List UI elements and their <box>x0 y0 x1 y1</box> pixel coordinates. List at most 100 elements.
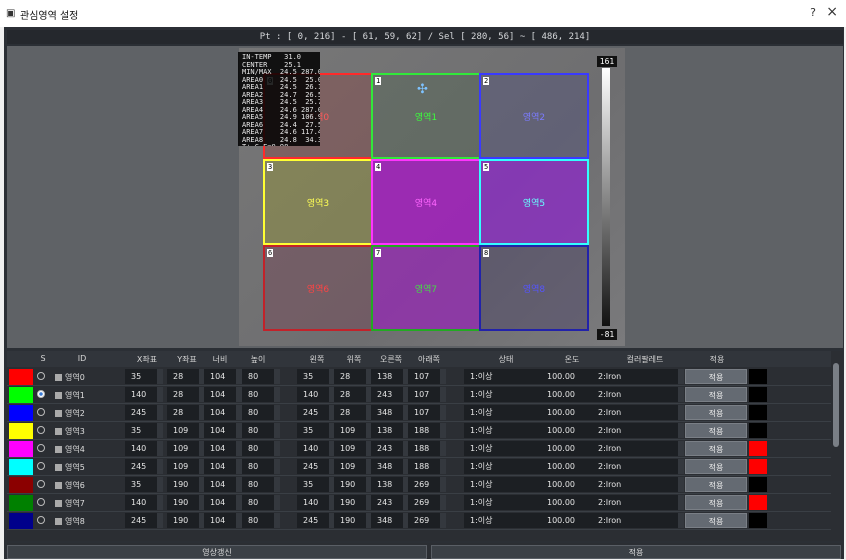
palette-field[interactable]: 2:Iron <box>592 441 684 456</box>
roi-region[interactable]: 2 영역2 <box>479 73 589 159</box>
h-field[interactable]: 80 <box>242 423 280 438</box>
checkbox-icon[interactable] <box>55 410 62 417</box>
palette-field[interactable]: 2:Iron <box>592 495 684 510</box>
crosshair-icon[interactable]: ✣ <box>417 82 428 97</box>
bottom-field[interactable]: 107 <box>408 369 446 384</box>
region-id[interactable]: 영역4 <box>55 444 85 455</box>
row-apply-button[interactable]: 적용 <box>685 441 747 456</box>
temp-field[interactable]: 100.00 <box>541 405 599 420</box>
table-scrollbar[interactable] <box>831 351 841 541</box>
table-row[interactable]: 영역5 245 109 104 80 245 109 348 188 1:이상 100.00 2:Ir… <box>7 458 837 476</box>
temp-field[interactable]: 100.00 <box>541 423 599 438</box>
h-field[interactable]: 80 <box>242 513 280 528</box>
palette-field[interactable]: 2:Iron <box>592 513 684 528</box>
bottom-field[interactable]: 269 <box>408 477 446 492</box>
color-swatch[interactable] <box>9 495 33 511</box>
color-swatch[interactable] <box>9 441 33 457</box>
x-field[interactable]: 35 <box>125 477 163 492</box>
help-button[interactable]: ? <box>810 6 816 19</box>
bottom-field[interactable]: 107 <box>408 387 446 402</box>
w-field[interactable]: 104 <box>204 495 242 510</box>
x-field[interactable]: 245 <box>125 513 163 528</box>
state-field[interactable]: 1:이상 <box>464 495 548 510</box>
left-field[interactable]: 35 <box>297 369 335 384</box>
h-field[interactable]: 80 <box>242 405 280 420</box>
close-button[interactable]: × <box>826 4 838 20</box>
y-field[interactable]: 28 <box>167 405 205 420</box>
table-row[interactable]: 영역2 245 28 104 80 245 28 348 107 1:이상 100.00 2:Iron… <box>7 404 837 422</box>
state-field[interactable]: 1:이상 <box>464 387 548 402</box>
left-field[interactable]: 245 <box>297 405 335 420</box>
palette-field[interactable]: 2:Iron <box>592 405 684 420</box>
temp-field[interactable]: 100.00 <box>541 387 599 402</box>
w-field[interactable]: 104 <box>204 441 242 456</box>
color-swatch[interactable] <box>9 369 33 385</box>
roi-region[interactable]: 7 영역7 <box>371 245 481 331</box>
temp-field[interactable]: 100.00 <box>541 369 599 384</box>
color-swatch[interactable] <box>9 405 33 421</box>
top-field[interactable]: 190 <box>334 513 372 528</box>
checkbox-icon[interactable] <box>55 374 62 381</box>
right-field[interactable]: 138 <box>371 477 409 492</box>
palette-field[interactable]: 2:Iron <box>592 459 684 474</box>
h-field[interactable]: 80 <box>242 495 280 510</box>
checkbox-icon[interactable] <box>55 428 62 435</box>
color-swatch[interactable] <box>9 477 33 493</box>
roi-region[interactable]: 8 영역8 <box>479 245 589 331</box>
x-field[interactable]: 35 <box>125 423 163 438</box>
x-field[interactable]: 245 <box>125 459 163 474</box>
top-field[interactable]: 109 <box>334 441 372 456</box>
h-field[interactable]: 80 <box>242 477 280 492</box>
roi-region[interactable]: 5 영역5 <box>479 159 589 245</box>
select-radio[interactable] <box>37 516 45 524</box>
row-apply-button[interactable]: 적용 <box>685 477 747 492</box>
top-field[interactable]: 28 <box>334 369 372 384</box>
roi-region[interactable]: 3 영역3 <box>263 159 373 245</box>
left-field[interactable]: 140 <box>297 387 335 402</box>
checkbox-icon[interactable] <box>55 500 62 507</box>
temp-field[interactable]: 100.00 <box>541 495 599 510</box>
right-field[interactable]: 138 <box>371 369 409 384</box>
y-field[interactable]: 190 <box>167 477 205 492</box>
h-field[interactable]: 80 <box>242 369 280 384</box>
state-field[interactable]: 1:이상 <box>464 405 548 420</box>
bottom-field[interactable]: 107 <box>408 405 446 420</box>
top-field[interactable]: 28 <box>334 387 372 402</box>
checkbox-icon[interactable] <box>55 518 62 525</box>
x-field[interactable]: 140 <box>125 495 163 510</box>
w-field[interactable]: 104 <box>204 369 242 384</box>
row-apply-button[interactable]: 적용 <box>685 459 747 474</box>
select-radio[interactable] <box>37 480 45 488</box>
table-row[interactable]: 영역0 35 28 104 80 35 28 138 107 1:이상 100.00 2:Iron 적용 <box>7 368 837 386</box>
left-field[interactable]: 245 <box>297 459 335 474</box>
bottom-field[interactable]: 269 <box>408 513 446 528</box>
right-field[interactable]: 138 <box>371 423 409 438</box>
y-field[interactable]: 28 <box>167 387 205 402</box>
row-apply-button[interactable]: 적용 <box>685 387 747 402</box>
x-field[interactable]: 140 <box>125 387 163 402</box>
state-field[interactable]: 1:이상 <box>464 423 548 438</box>
apply-all-button[interactable]: 적용 <box>431 545 841 559</box>
table-row[interactable]: 영역4 140 109 104 80 140 109 243 188 1:이상 100.00 2:Ir… <box>7 440 837 458</box>
region-id[interactable]: 영역1 <box>55 390 85 401</box>
x-field[interactable]: 140 <box>125 441 163 456</box>
top-field[interactable]: 109 <box>334 423 372 438</box>
right-field[interactable]: 243 <box>371 495 409 510</box>
w-field[interactable]: 104 <box>204 477 242 492</box>
select-radio[interactable] <box>37 426 45 434</box>
bottom-field[interactable]: 188 <box>408 441 446 456</box>
checkbox-icon[interactable] <box>55 446 62 453</box>
region-id[interactable]: 영역7 <box>55 498 85 509</box>
state-field[interactable]: 1:이상 <box>464 459 548 474</box>
right-field[interactable]: 243 <box>371 387 409 402</box>
left-field[interactable]: 140 <box>297 495 335 510</box>
table-row[interactable]: 영역8 245 190 104 80 245 190 348 269 1:이상 100.00 2:Ir… <box>7 512 837 530</box>
color-swatch[interactable] <box>9 513 33 529</box>
y-field[interactable]: 109 <box>167 441 205 456</box>
temp-field[interactable]: 100.00 <box>541 441 599 456</box>
w-field[interactable]: 104 <box>204 423 242 438</box>
roi-region[interactable]: 4 영역4 <box>371 159 481 245</box>
y-field[interactable]: 190 <box>167 513 205 528</box>
temp-field[interactable]: 100.00 <box>541 459 599 474</box>
row-apply-button[interactable]: 적용 <box>685 369 747 384</box>
